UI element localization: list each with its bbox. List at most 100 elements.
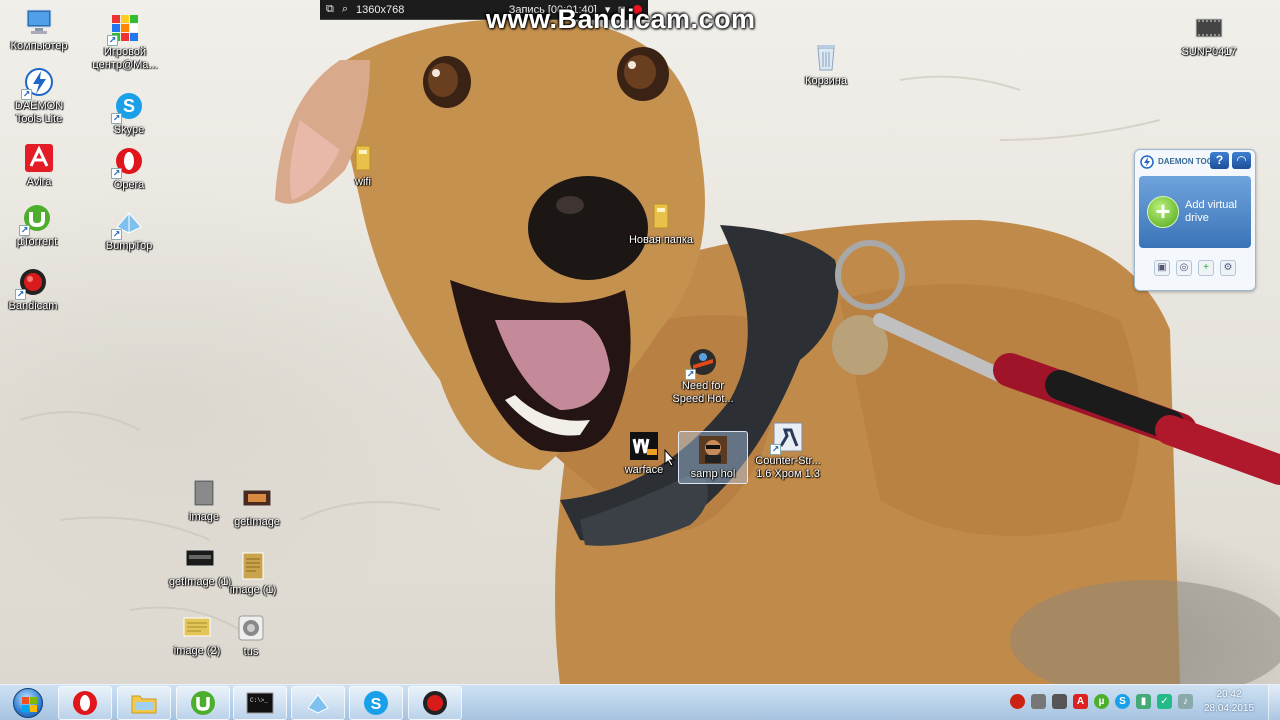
video-file-icon (1193, 12, 1225, 44)
desktop-icon-label: Новая папка (628, 234, 694, 246)
desktop-icon-sunp[interactable]: SUNP0417 (1172, 12, 1246, 59)
opera-icon: ↗ (111, 145, 145, 179)
shortcut-arrow-icon: ↗ (685, 369, 696, 380)
bumptop-icon: ↗ (111, 206, 145, 240)
desktop-icon-utorrent[interactable]: ↗ µTorrent (0, 202, 74, 249)
cube-icon[interactable] (1031, 694, 1046, 709)
daemon-gadget-header: DAEMON TOOLS ? ◠ (1135, 150, 1255, 174)
desktop-icon-wifi[interactable]: wifi (326, 142, 400, 189)
taskbar-bumptop[interactable] (291, 686, 345, 720)
desktop-icon-label: image (1) (229, 584, 277, 596)
computer-icon (23, 6, 55, 38)
desktop-icon-label: BumpTop (105, 240, 153, 252)
daemon-tools-icon: ↗ (21, 66, 55, 100)
desktop-icon-label: SUNP0417 (1181, 46, 1237, 58)
desktop-icon-computer[interactable]: Компьютер (2, 6, 76, 53)
desktop-icon-counter-strike[interactable]: ↗ Counter-Str... 1.6 Хром 1.3 (748, 421, 828, 481)
taskbar-explorer[interactable] (117, 686, 171, 720)
clock-date: 28.04.2015 (1203, 703, 1255, 714)
desktop-icon-opera[interactable]: ↗ Opera (92, 145, 166, 192)
image-file-icon (188, 477, 220, 509)
shortcut-arrow-icon: ↗ (111, 229, 122, 240)
desktop-icon-tus[interactable]: tus (214, 612, 288, 659)
shortcut-arrow-icon: ↗ (111, 168, 122, 179)
desktop-icon-recycle-bin[interactable]: Корзина (789, 41, 863, 88)
skype-icon: S ↗ (111, 90, 145, 124)
avira-icon[interactable]: A (1073, 694, 1088, 709)
counter-strike-icon: ↗ (770, 421, 804, 455)
image-file-icon (184, 542, 216, 574)
show-desktop-button[interactable] (1268, 685, 1280, 720)
usb-icon[interactable] (1052, 694, 1067, 709)
network-icon[interactable]: ▮ (1136, 694, 1151, 709)
cmd-prompt-text: C:\>_ (250, 697, 268, 704)
opera-icon (73, 691, 97, 715)
shortcut-arrow-icon: ↗ (21, 89, 32, 100)
settings-icon[interactable]: ⚙ (1220, 260, 1236, 276)
taskbar-cmd[interactable]: C:\>_ (233, 686, 287, 720)
utorrent-icon[interactable]: µ (1094, 694, 1109, 709)
lock-icon[interactable]: ▣ (1154, 260, 1170, 276)
magnifier-icon[interactable]: ⌕ (342, 3, 348, 16)
window-icon[interactable]: ⧉ (326, 3, 334, 16)
avira-icon (23, 142, 55, 174)
mouse-cursor-icon (664, 449, 676, 467)
daemon-tools-gadget[interactable]: DAEMON TOOLS ? ◠ + Add virtual drive ▣ ◎… (1134, 149, 1256, 291)
taskbar-opera[interactable] (58, 686, 112, 720)
skype-icon[interactable]: S (1115, 694, 1130, 709)
system-clock[interactable]: 20:42 28.04.2015 (1196, 688, 1262, 716)
help-button[interactable]: ? (1210, 152, 1229, 169)
desktop-icon-label: Bandicam (8, 300, 58, 312)
record-icon[interactable] (1010, 694, 1025, 709)
desktop-icon-label: getImage (234, 516, 280, 528)
bandicam-icon: ↗ (15, 266, 49, 300)
start-button[interactable] (6, 687, 50, 719)
desktop-icon-label: µTorrent (16, 236, 58, 248)
desktop-icon-game-center[interactable]: ↗ Игровой центр@Ma... (88, 12, 162, 72)
taskbar-skype[interactable]: S (349, 686, 403, 720)
desktop-icon-label: Компьютер (10, 40, 68, 52)
cmd-icon: C:\>_ (246, 692, 274, 714)
utorrent-icon (191, 691, 215, 715)
desktop-icon-new-folder[interactable]: Новая папка (624, 200, 698, 247)
shield-icon[interactable]: ✓ (1157, 694, 1172, 709)
samp-game-icon (697, 434, 729, 466)
desktop-icon-image-1[interactable]: image (1) (216, 550, 290, 597)
svg-text:S: S (123, 96, 135, 116)
desktop-icon-nfs[interactable]: ↗ Need for Speed Hot... (666, 346, 740, 406)
taskbar-bandicam[interactable] (408, 686, 462, 720)
system-tray: A µ S ▮ ✓ ♪ (1010, 694, 1193, 709)
daemon-toolbar: ▣ ◎ + ⚙ (1135, 260, 1255, 276)
desktop-icon-label: tus (243, 646, 259, 658)
add-virtual-drive-button[interactable]: + Add virtual drive (1139, 176, 1251, 248)
warface-icon (628, 430, 660, 462)
utorrent-icon: ↗ (19, 202, 53, 236)
image-file-icon (181, 611, 213, 643)
desktop-icon-daemon-tools[interactable]: ↗ DAEMON Tools Lite (2, 66, 76, 126)
svg-text:S: S (371, 696, 382, 713)
desktop-icon-bandicam[interactable]: ↗ Bandicam (0, 266, 70, 313)
desktop-icon-avira[interactable]: Avira (2, 142, 76, 189)
desktop-icon-label: Игровой центр@Ma... (92, 46, 158, 71)
nfs-game-icon: ↗ (685, 346, 719, 380)
shortcut-arrow-icon: ↗ (107, 35, 118, 46)
desktop-icon-samp[interactable]: samp hol (678, 431, 748, 484)
rss-icon[interactable]: ◠ (1232, 152, 1251, 169)
image-file-icon (235, 612, 267, 644)
add-icon[interactable]: + (1198, 260, 1214, 276)
disc-icon[interactable]: ◎ (1176, 260, 1192, 276)
desktop-icon-skype[interactable]: S ↗ Skype (92, 90, 166, 137)
bandicam-watermark: www.Bandicam.com (486, 4, 756, 34)
desktop-icon-label: Need for Speed Hot... (672, 380, 734, 405)
desktop-icon-bumptop[interactable]: ↗ BumpTop (92, 206, 166, 253)
volume-icon[interactable]: ♪ (1178, 694, 1193, 709)
daemon-logo-icon (1140, 155, 1154, 169)
desktop-icon-label: image (189, 511, 219, 523)
folder-icon (645, 200, 677, 232)
desktop-icon-getimage[interactable]: getImage (220, 482, 294, 529)
taskbar-utorrent[interactable] (176, 686, 230, 720)
windows-logo-icon (13, 688, 43, 718)
taskbar: C:\>_ S A µ S ▮ ✓ ♪ 20:42 28.04.2015 (0, 684, 1280, 720)
desktop-icon-label: Корзина (805, 75, 847, 87)
desktop-icon-label: wifi (355, 176, 371, 188)
